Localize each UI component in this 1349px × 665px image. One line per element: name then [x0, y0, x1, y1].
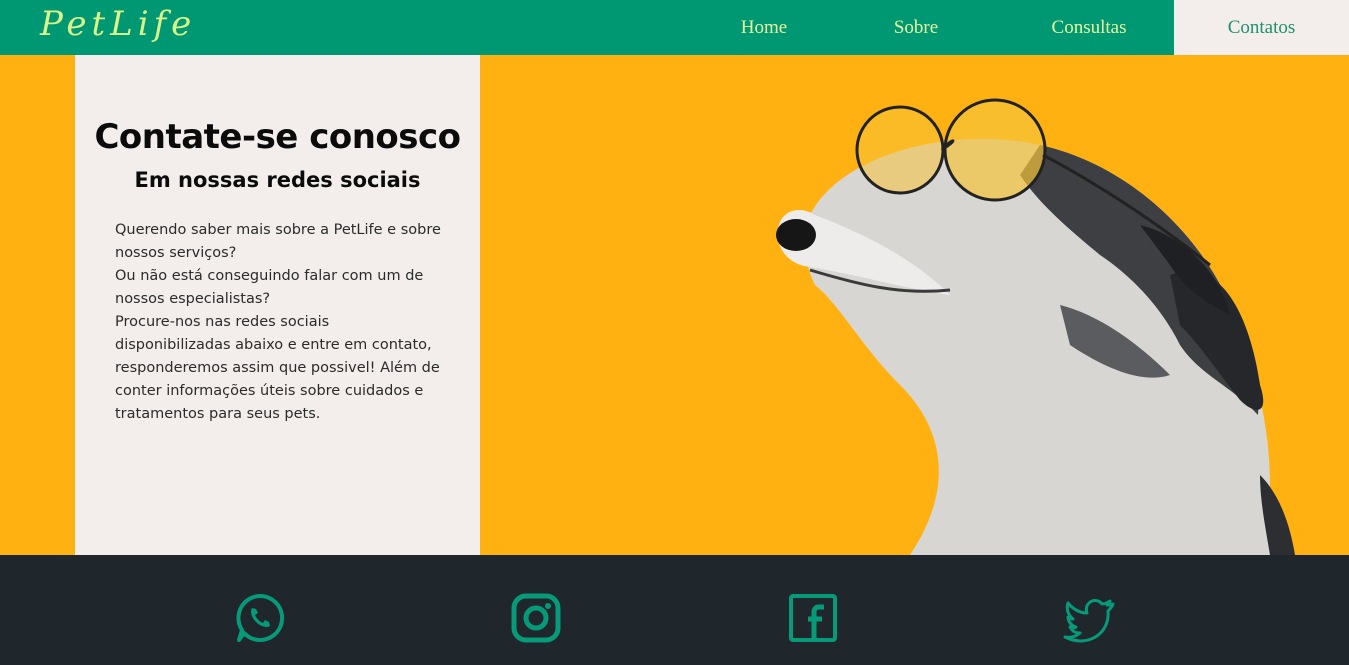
- nav-home[interactable]: Home: [700, 0, 828, 55]
- dog-with-glasses-image: [776, 98, 1295, 555]
- facebook-icon[interactable]: [786, 591, 840, 645]
- social-footer: [0, 555, 1349, 665]
- main-nav: Home Sobre Consultas Contatos: [700, 0, 1349, 55]
- petlife-logo[interactable]: PetLife: [40, 4, 196, 44]
- contact-title: Contate-se conosco: [94, 117, 461, 157]
- nav-consultas[interactable]: Consultas: [1004, 0, 1174, 55]
- twitter-icon[interactable]: [1062, 591, 1116, 645]
- contact-info-card: Contate-se conosco Em nossas redes socia…: [75, 55, 480, 555]
- instagram-icon[interactable]: [509, 591, 563, 645]
- contact-description: Querendo saber mais sobre a PetLife e so…: [115, 219, 445, 426]
- contact-subtitle: Em nossas redes sociais: [134, 168, 421, 192]
- contact-hero: Contate-se conosco Em nossas redes socia…: [0, 55, 1349, 555]
- contact-paragraph: Querendo saber mais sobre a PetLife e so…: [115, 222, 441, 261]
- contact-paragraph: Ou não está conseguindo falar com um de …: [115, 268, 424, 307]
- nav-contatos[interactable]: Contatos: [1174, 0, 1349, 55]
- nav-sobre[interactable]: Sobre: [828, 0, 1004, 55]
- top-navbar: PetLife Home Sobre Consultas Contatos: [0, 0, 1349, 55]
- contact-paragraph: Procure-nos nas redes sociais disponibil…: [115, 314, 440, 422]
- whatsapp-icon[interactable]: [233, 591, 287, 645]
